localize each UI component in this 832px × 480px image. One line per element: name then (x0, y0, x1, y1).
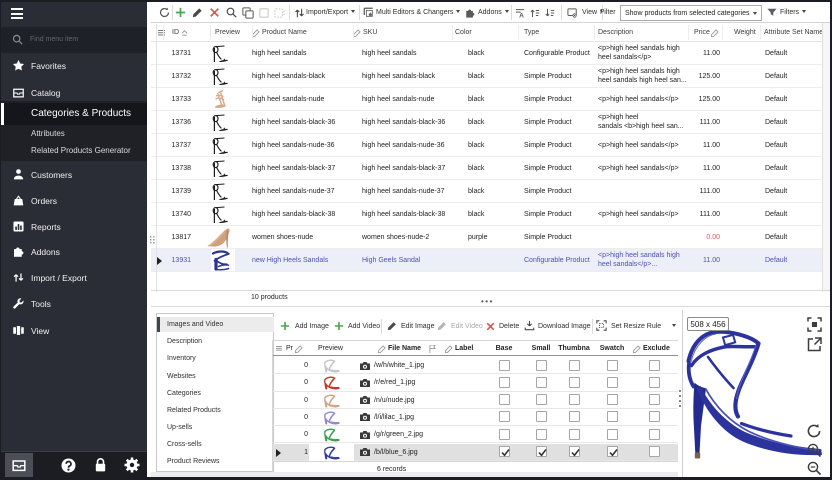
svg-text:A: A (519, 12, 524, 17)
